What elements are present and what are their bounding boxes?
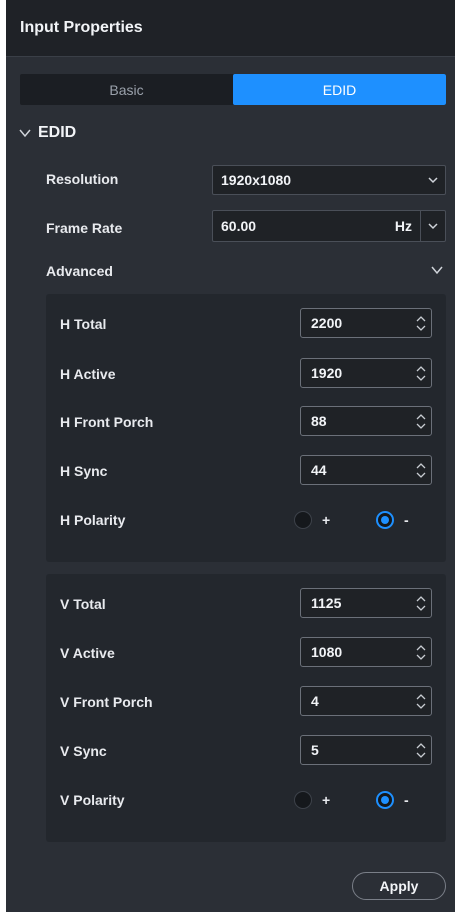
chevron-down-icon xyxy=(421,174,445,186)
radio-checked-icon[interactable] xyxy=(376,511,394,529)
spinner-arrows-icon[interactable] xyxy=(411,359,431,387)
spinner-arrows-icon[interactable] xyxy=(411,407,431,435)
h-sync-value: 44 xyxy=(311,462,327,478)
h-active-value: 1920 xyxy=(311,365,343,381)
v-polarity-plus-option[interactable]: + xyxy=(294,791,330,809)
v-active-input[interactable]: 1080 xyxy=(300,637,432,667)
h-sync-label: H Sync xyxy=(60,463,108,479)
resolution-label: Resolution xyxy=(46,171,119,187)
v-total-value: 1125 xyxy=(311,595,342,611)
tab-basic[interactable]: Basic xyxy=(20,74,233,105)
h-polarity-plus-label: + xyxy=(322,512,331,528)
v-polarity-plus-label: + xyxy=(322,792,331,808)
chevron-down-icon[interactable] xyxy=(421,220,445,232)
v-polarity-label: V Polarity xyxy=(60,792,125,808)
spinner-arrows-icon[interactable] xyxy=(411,589,431,617)
v-polarity-minus-option[interactable]: - xyxy=(376,791,409,809)
h-front-porch-value: 88 xyxy=(311,413,327,429)
spinner-arrows-icon[interactable] xyxy=(411,687,431,715)
h-total-input[interactable]: 2200 xyxy=(300,308,432,338)
v-total-label: V Total xyxy=(60,596,106,612)
chevron-down-icon xyxy=(19,129,31,138)
v-front-porch-label: V Front Porch xyxy=(60,694,153,710)
v-sync-label: V Sync xyxy=(60,743,107,759)
v-active-value: 1080 xyxy=(311,644,343,660)
spinner-arrows-icon[interactable] xyxy=(411,309,431,337)
h-total-value: 2200 xyxy=(311,315,343,331)
radio-checked-icon[interactable] xyxy=(376,791,394,809)
h-active-input[interactable]: 1920 xyxy=(300,358,432,388)
edid-section-toggle[interactable]: EDID xyxy=(18,124,76,142)
section-title: EDID xyxy=(38,124,77,141)
frame-rate-combo[interactable]: 60.00 Hz xyxy=(212,210,446,242)
radio-unchecked-icon[interactable] xyxy=(294,791,312,809)
v-polarity-minus-label: - xyxy=(404,792,409,808)
v-total-input[interactable]: 1125 xyxy=(300,588,432,618)
panel-header: Input Properties xyxy=(6,0,455,56)
h-front-porch-label: H Front Porch xyxy=(60,414,154,430)
h-polarity-minus-option[interactable]: - xyxy=(376,511,409,529)
chevron-down-icon[interactable] xyxy=(430,263,444,277)
spinner-arrows-icon[interactable] xyxy=(411,638,431,666)
v-active-label: V Active xyxy=(60,645,115,661)
horizontal-timing-group: H Total 2200 H Active 1920 H Front Porch… xyxy=(46,294,446,562)
tab-bar: Basic EDID xyxy=(20,74,446,105)
resolution-value: 1920x1080 xyxy=(221,172,292,188)
v-front-porch-input[interactable]: 4 xyxy=(300,686,432,716)
radio-unchecked-icon[interactable] xyxy=(294,511,312,529)
resolution-select[interactable]: 1920x1080 xyxy=(212,165,446,195)
header-divider xyxy=(6,56,455,57)
input-properties-panel: Input Properties Basic EDID EDID Resolut… xyxy=(6,0,455,912)
h-polarity-minus-label: - xyxy=(404,512,409,528)
panel-title: Input Properties xyxy=(20,19,143,36)
tab-edid[interactable]: EDID xyxy=(233,74,446,105)
frame-rate-label: Frame Rate xyxy=(46,220,123,236)
h-total-label: H Total xyxy=(60,316,107,332)
frame-rate-unit: Hz xyxy=(394,218,412,234)
vertical-timing-group: V Total 1125 V Active 1080 V Front Porch… xyxy=(46,574,446,842)
v-front-porch-value: 4 xyxy=(311,693,319,709)
frame-rate-value: 60.00 xyxy=(221,218,257,234)
h-polarity-plus-option[interactable]: + xyxy=(294,511,330,529)
h-active-label: H Active xyxy=(60,366,116,382)
v-sync-input[interactable]: 5 xyxy=(300,735,432,765)
spinner-arrows-icon[interactable] xyxy=(411,456,431,484)
spinner-arrows-icon[interactable] xyxy=(411,736,431,764)
h-polarity-label: H Polarity xyxy=(60,512,126,528)
h-front-porch-input[interactable]: 88 xyxy=(300,406,432,436)
h-sync-input[interactable]: 44 xyxy=(300,455,432,485)
advanced-label: Advanced xyxy=(46,263,113,279)
v-sync-value: 5 xyxy=(311,742,319,758)
apply-button[interactable]: Apply xyxy=(352,872,446,900)
